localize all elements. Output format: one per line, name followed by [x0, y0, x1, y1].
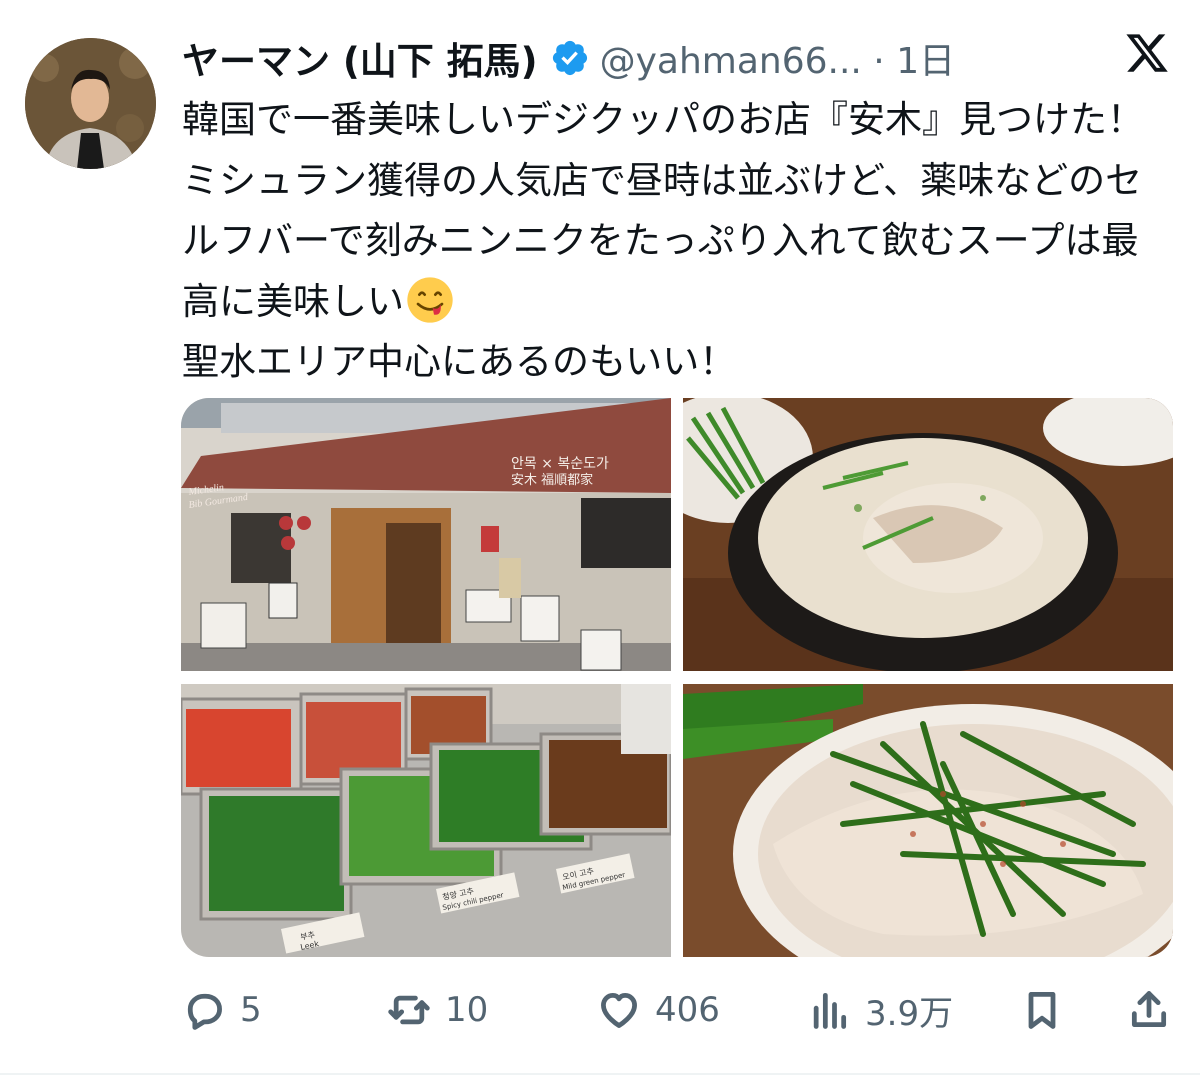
views-chart-icon — [813, 992, 847, 1029]
repost-button[interactable]: 10 — [387, 980, 488, 1040]
handle-and-time[interactable]: @yahman66... · 1日 — [600, 32, 956, 84]
photo-soup-bowl[interactable] — [683, 398, 1173, 671]
tweet-text: 韓国で一番美味しいデジクッパのお店『安木』見つけた！ミシュラン獲得の人気店で昼時… — [182, 90, 1167, 393]
face-savoring-food-emoji-icon — [407, 276, 453, 323]
photo-storefront[interactable]: Michelin Bib Gourmand 안목 × 복순도가 安木 福順都家 — [181, 398, 671, 671]
like-button[interactable]: 406 — [597, 980, 720, 1040]
display-name[interactable]: ヤーマン (山下 拓馬) — [182, 31, 538, 85]
bookmark-button[interactable] — [1020, 980, 1064, 1040]
reply-button[interactable]: 5 — [182, 980, 262, 1040]
reply-icon — [187, 993, 222, 1030]
bookmark-icon — [1028, 992, 1056, 1029]
awning-sign-kanji: 安木 福順都家 — [511, 472, 593, 488]
action-bar: 5 10 406 3.9万 — [182, 980, 1180, 1040]
repost-icon — [388, 995, 430, 1025]
media-grid[interactable]: Michelin Bib Gourmand 안목 × 복순도가 安木 福順都家 — [181, 398, 1173, 957]
verified-badge-icon — [552, 40, 587, 76]
tweet-header: ヤーマン (山下 拓馬) @yahman66... · 1日 — [182, 28, 1180, 88]
like-count: 406 — [655, 990, 720, 1030]
share-button[interactable] — [1127, 980, 1171, 1040]
photo-pork-chives[interactable] — [683, 684, 1173, 957]
repost-count: 10 — [445, 990, 489, 1030]
x-logo-icon[interactable] — [1124, 30, 1170, 76]
views-button[interactable]: 3.9万 — [807, 980, 953, 1040]
tweet-body-line2: 聖水エリア中心にあるのもいい！ — [182, 340, 737, 383]
views-count: 3.9万 — [865, 993, 954, 1034]
photo-self-bar[interactable]: 부추 Leek 청양 고추 Spicy chili pepper 오이 고추 M… — [181, 684, 671, 957]
share-icon — [1131, 991, 1167, 1028]
avatar[interactable] — [25, 38, 156, 169]
tweet-body: 韓国で一番美味しいデジクッパのお店『安木』見つけた！ミシュラン獲得の人気店で昼時… — [182, 98, 1144, 323]
heart-icon — [601, 992, 637, 1028]
awning-sign-korean: 안목 × 복순도가 — [511, 456, 609, 472]
reply-count: 5 — [240, 990, 262, 1030]
